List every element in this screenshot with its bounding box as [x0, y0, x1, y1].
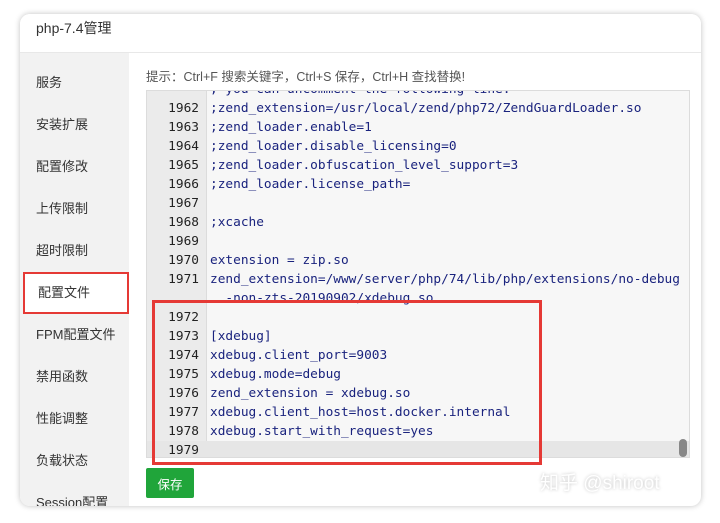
php-manager-window: php-7.4管理 服务 安装扩展 配置修改 上传限制 超时限制 配置文件 FP… [20, 14, 701, 506]
line-number: 1965 [168, 158, 199, 173]
line-code: extension = zip.so [210, 253, 349, 268]
watermark: 知乎 @shiroot [540, 473, 660, 494]
sidebar-item-session-config[interactable]: Session配置 [20, 482, 129, 506]
code-line[interactable]: 1965 ;zend_loader.obfuscation_level_suppo… [147, 156, 689, 175]
line-code: ;zend_loader.disable_licensing=0 [210, 139, 457, 154]
line-number: 1972 [168, 310, 199, 325]
line-number: 1976 [168, 386, 199, 401]
line-number: 1974 [168, 348, 199, 363]
line-code: ;zend_loader.obfuscation_level_support=3 [210, 158, 519, 173]
line-number: 1968 [168, 215, 199, 230]
save-button[interactable]: 保存 [146, 468, 194, 498]
code-line[interactable]: 1962 ;zend_extension=/usr/local/zend/php7… [147, 99, 689, 118]
code-line[interactable]: 1975 xdebug.mode=debug [147, 365, 689, 384]
sidebar-item-fpm-config-file[interactable]: FPM配置文件 [20, 314, 129, 356]
line-number: 1979 [168, 443, 199, 458]
sidebar-item-load-status[interactable]: 负载状态 [20, 440, 129, 482]
line-code: -non-zts-20190902/xdebug.so [210, 291, 434, 306]
code-line[interactable]: 1967 [147, 194, 689, 213]
sidebar-item-install-extension[interactable]: 安装扩展 [20, 104, 129, 146]
sidebar-item-service[interactable]: 服务 [20, 62, 129, 104]
code-line[interactable]: 1970 extension = zip.so [147, 251, 689, 270]
line-code: xdebug.client_port=9003 [210, 348, 388, 363]
code-line[interactable]: 1966 ;zend_loader.license_path= [147, 175, 689, 194]
line-number: 1966 [168, 177, 199, 192]
line-code: zend_extension = xdebug.so [210, 386, 411, 401]
code-editor[interactable]: ; you can uncomment the following line. … [146, 90, 690, 458]
code-line-partial: ; you can uncomment the following line. [147, 91, 689, 99]
code-line[interactable]: 1979 [147, 441, 689, 458]
line-number: 1971 [168, 272, 199, 287]
line-number: 1964 [168, 139, 199, 154]
line-code: ;zend_loader.enable=1 [210, 120, 372, 135]
line-code: zend_extension=/www/server/php/74/lib/ph… [210, 272, 680, 287]
line-code: ;xcache [210, 215, 264, 230]
code-line[interactable]: 1971 zend_extension=/www/server/php/74/li… [147, 270, 689, 289]
line-code: xdebug.mode=debug [210, 367, 341, 382]
code-line[interactable]: 1972 [147, 308, 689, 327]
line-number: 1977 [168, 405, 199, 420]
sidebar-item-timeout-limit[interactable]: 超时限制 [20, 230, 129, 272]
line-code: ;zend_loader.license_path= [210, 177, 411, 192]
code-line[interactable]: 1976 zend_extension = xdebug.so [147, 384, 689, 403]
line-code: xdebug.client_host=host.docker.internal [210, 405, 511, 420]
sidebar-item-upload-limit[interactable]: 上传限制 [20, 188, 129, 230]
sidebar-item-config-modify[interactable]: 配置修改 [20, 146, 129, 188]
line-number: 1973 [168, 329, 199, 344]
code-line[interactable]: 1963 ;zend_loader.enable=1 [147, 118, 689, 137]
line-number: 1978 [168, 424, 199, 439]
editor-scrollbar[interactable] [679, 439, 687, 457]
code-line[interactable]: 1978 xdebug.start_with_request=yes [147, 422, 689, 441]
code-line[interactable]: 1968 ;xcache [147, 213, 689, 232]
code-line[interactable]: 1964 ;zend_loader.disable_licensing=0 [147, 137, 689, 156]
sidebar-item-disabled-functions[interactable]: 禁用函数 [20, 356, 129, 398]
code-line[interactable]: 1969 [147, 232, 689, 251]
editor-hint: 提示：Ctrl+F 搜索关键字，Ctrl+S 保存，Ctrl+H 查找替换! [146, 70, 466, 84]
line-number: 1962 [168, 101, 199, 116]
code-line[interactable]: 1974 xdebug.client_port=9003 [147, 346, 689, 365]
line-number: 1963 [168, 120, 199, 135]
sidebar-item-config-file[interactable]: 配置文件 [23, 272, 129, 314]
line-number: 1967 [168, 196, 199, 211]
code-line[interactable]: 1977 xdebug.client_host=host.docker.inter… [147, 403, 689, 422]
line-number: 1975 [168, 367, 199, 382]
line-code: [xdebug] [210, 329, 272, 344]
sidebar-item-performance[interactable]: 性能调整 [20, 398, 129, 440]
sidebar: 服务 安装扩展 配置修改 上传限制 超时限制 配置文件 FPM配置文件 禁用函数… [20, 53, 129, 506]
code-line[interactable]: 1973 [xdebug] [147, 327, 689, 346]
line-number: 1969 [168, 234, 199, 249]
code-line[interactable]: -non-zts-20190902/xdebug.so [147, 289, 689, 308]
line-code: ;zend_extension=/usr/local/zend/php72/Ze… [210, 101, 642, 116]
window-title: php-7.4管理 [36, 20, 112, 36]
title-bar: php-7.4管理 [20, 14, 701, 53]
line-number: 1970 [168, 253, 199, 268]
line-code: xdebug.start_with_request=yes [210, 424, 434, 439]
